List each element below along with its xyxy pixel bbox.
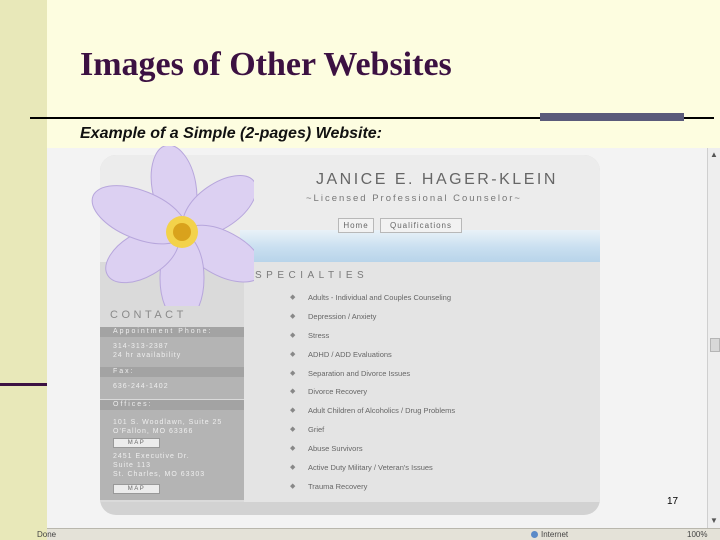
office1-line2: O'Fallon, MO 63366 — [113, 428, 194, 435]
appointment-availability: 24 hr availability — [113, 352, 182, 359]
flower-logo-icon — [91, 146, 254, 306]
slide-title: Images of Other Websites — [80, 46, 452, 83]
fax-value: 636-244-1402 — [113, 383, 169, 390]
offices-label: Offices: — [100, 400, 244, 410]
specialties-heading: SPECIALTIES — [255, 270, 369, 281]
bullet-icon: ◆ — [290, 294, 296, 301]
fax-label: Fax: — [100, 367, 244, 377]
nav-home-link[interactable]: Home — [338, 218, 374, 233]
nav-qualifications-link[interactable]: Qualifications — [380, 218, 462, 233]
bullet-icon: ◆ — [290, 331, 296, 339]
site-name: JANICE E. HAGER-KLEIN — [316, 171, 558, 188]
slide-left-band — [0, 0, 47, 540]
bullet-icon: ◆ — [290, 426, 296, 434]
title-divider-end — [684, 117, 714, 119]
office1-line1: 101 S. Woodlawn, Suite 25 — [113, 419, 223, 426]
office2-line1: 2451 Executive Dr. — [113, 453, 190, 460]
bullet-icon: ◆ — [290, 312, 296, 320]
zoom-level[interactable]: 100% — [687, 530, 707, 539]
appointment-phone-label: Appointment Phone: — [100, 327, 244, 337]
slide-accent-line — [0, 383, 47, 386]
office2-line2: Suite 113 — [113, 462, 152, 469]
browser-status-bar: Done Internet 100% — [37, 528, 720, 540]
scroll-down-icon[interactable]: ▼ — [709, 516, 719, 526]
bullet-icon: ◆ — [290, 369, 296, 377]
browser-scrollbar[interactable]: ▲ ▼ — [707, 148, 720, 528]
title-divider-accent — [540, 113, 684, 121]
bullet-icon: ◆ — [290, 407, 296, 415]
page-number: 17 — [667, 496, 679, 507]
bullet-icon: ◆ — [290, 350, 296, 358]
bullet-icon: ◆ — [290, 388, 296, 396]
appointment-phone: 314-313-2387 — [113, 343, 169, 350]
bullet-icon: ◆ — [290, 445, 296, 453]
bullet-icon: ◆ — [290, 464, 296, 472]
security-zone: Internet — [541, 530, 569, 539]
office2-line3: St. Charles, MO 63303 — [113, 471, 206, 478]
internet-globe-icon — [531, 531, 538, 538]
office1-map-button[interactable]: MAP — [113, 438, 160, 448]
site-tagline: ~Licensed Professional Counselor~ — [306, 193, 522, 204]
title-divider — [30, 117, 540, 119]
scroll-up-icon[interactable]: ▲ — [709, 150, 719, 160]
bullet-icon: ◆ — [290, 482, 296, 490]
scroll-thumb[interactable] — [710, 338, 720, 352]
status-text: Done — [37, 530, 57, 539]
office2-map-button[interactable]: MAP — [113, 484, 160, 494]
contact-heading: CONTACT — [110, 309, 187, 321]
sky-strip — [240, 230, 600, 262]
slide-subtitle: Example of a Simple (2-pages) Website: — [80, 125, 383, 142]
